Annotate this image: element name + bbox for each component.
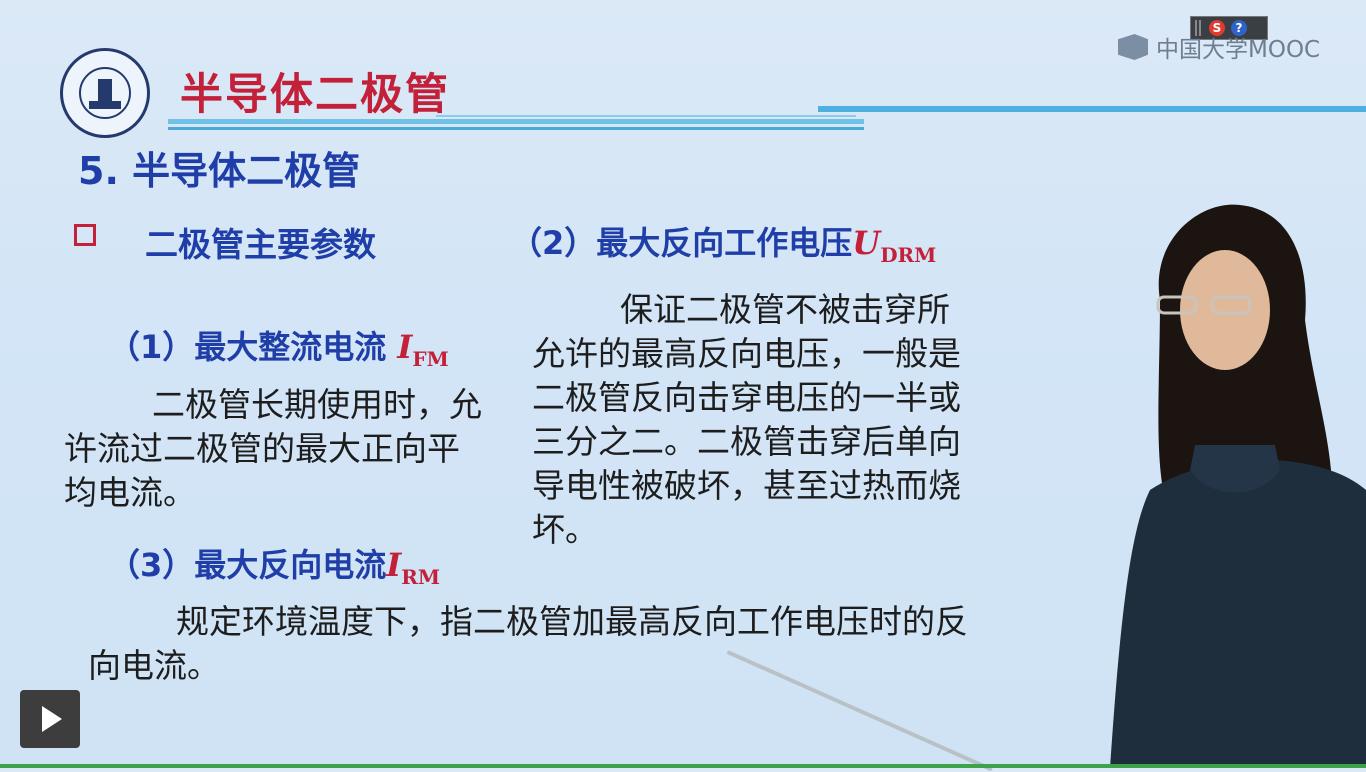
item1-heading: （1）最大整流电流 IFM	[108, 322, 449, 371]
section-title: 5. 半导体二极管	[78, 149, 361, 193]
item1-label: （1）最大整流电流	[108, 328, 398, 366]
play-icon	[42, 706, 62, 732]
item1-text: 二极管长期使用时，允许流过二极管的最大正向平均电流。	[64, 385, 482, 512]
item3-symbol: IRM	[386, 546, 441, 589]
header-rule	[168, 119, 864, 124]
item1-symbol: IFM	[397, 328, 449, 371]
header-title: 半导体二极管	[180, 70, 450, 120]
header-rule	[436, 115, 856, 117]
play-button[interactable]	[20, 690, 80, 748]
item2-heading: （2）最大反向工作电压UDRM	[510, 218, 936, 267]
university-logo	[60, 48, 150, 138]
item2-label: （2）最大反向工作电压	[510, 224, 853, 262]
item2-symbol: UDRM	[852, 224, 937, 267]
header-rule	[818, 106, 1366, 112]
header-rule	[168, 127, 864, 130]
square-bullet-icon	[74, 224, 96, 246]
mooc-brand-text: 中国大学MOOC	[1156, 37, 1321, 63]
item3-heading: （3）最大反向电流IRM	[108, 540, 440, 589]
params-heading: 二极管主要参数	[145, 225, 376, 264]
presenter-figure	[1110, 204, 1366, 768]
progress-bar[interactable]	[0, 764, 1366, 768]
item3-text: 规定环境温度下，指二极管加最高反向工作电压时的反向电流。	[88, 602, 968, 685]
item3-label: （3）最大反向电流	[108, 546, 387, 584]
item2-text: 保证二极管不被击穿所允许的最高反向电压，一般是二极管反向击穿电压的一半或三分之二…	[532, 290, 961, 549]
mooc-logo-icon	[1118, 34, 1148, 60]
mooc-watermark: 中国大学MOOC	[1118, 30, 1320, 64]
